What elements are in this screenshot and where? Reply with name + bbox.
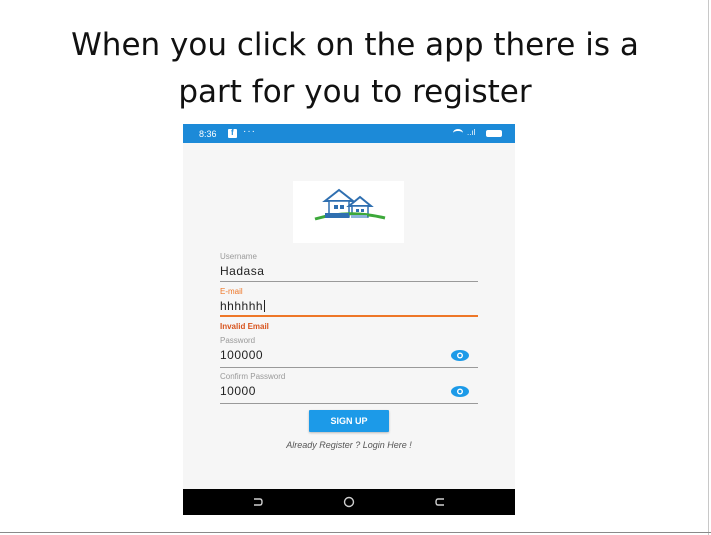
app-logo xyxy=(293,181,404,243)
phone-screenshot: 8:36 f ··· ..ıl Username Hadasa E-mail h… xyxy=(183,124,515,515)
register-screen: Username Hadasa E-mail hhhhhh Invalid Em… xyxy=(183,143,515,489)
signal-icon: ..ıl xyxy=(467,128,476,137)
status-time: 8:36 xyxy=(199,129,217,139)
confirm-password-underline xyxy=(220,403,478,404)
slide-title: When you click on the app there is a par… xyxy=(20,22,690,116)
confirm-password-label: Confirm Password xyxy=(220,372,286,381)
password-input[interactable]: 100000 xyxy=(220,348,263,362)
password-field[interactable]: Password 100000 xyxy=(220,336,478,368)
android-nav-bar xyxy=(183,489,515,515)
slide-border-right xyxy=(708,0,709,535)
facebook-glyph: f xyxy=(231,128,234,137)
email-underline xyxy=(220,315,478,317)
username-underline xyxy=(220,281,478,282)
password-underline xyxy=(220,367,478,368)
password-label: Password xyxy=(220,336,256,345)
back-icon[interactable] xyxy=(251,496,263,508)
email-error-message: Invalid Email xyxy=(220,322,269,331)
recents-icon[interactable] xyxy=(435,496,447,508)
email-value: hhhhhh xyxy=(220,299,264,313)
more-notifications-icon: ··· xyxy=(243,126,256,137)
login-link[interactable]: Already Register ? Login Here ! xyxy=(183,440,515,450)
status-bar: 8:36 f ··· ..ıl xyxy=(183,124,515,143)
slide-title-line-1: When you click on the app there is a xyxy=(71,27,639,63)
confirm-password-input[interactable]: 10000 xyxy=(220,384,256,398)
confirm-password-field[interactable]: Confirm Password 10000 xyxy=(220,372,478,404)
show-confirm-password-eye-icon[interactable] xyxy=(451,386,469,397)
wifi-icon xyxy=(453,129,463,137)
facebook-notification-icon: f xyxy=(228,128,237,138)
username-label: Username xyxy=(220,252,257,261)
username-input[interactable]: Hadasa xyxy=(220,264,264,278)
show-password-eye-icon[interactable] xyxy=(451,350,469,361)
houses-logo-icon xyxy=(314,188,386,221)
slide-title-line-2: part for you to register xyxy=(178,74,532,110)
presentation-slide: When you click on the app there is a par… xyxy=(0,0,711,535)
email-label: E-mail xyxy=(220,287,243,296)
email-field[interactable]: E-mail hhhhhh Invalid Email xyxy=(220,287,478,333)
status-indicators: ..ıl xyxy=(453,128,503,139)
text-cursor xyxy=(264,300,266,312)
battery-icon xyxy=(486,130,502,137)
email-input[interactable]: hhhhhh xyxy=(220,299,266,313)
slide-border-bottom xyxy=(0,532,711,533)
username-field[interactable]: Username Hadasa xyxy=(220,252,478,282)
sign-up-button[interactable]: SIGN UP xyxy=(309,410,389,432)
home-icon[interactable] xyxy=(343,496,355,508)
